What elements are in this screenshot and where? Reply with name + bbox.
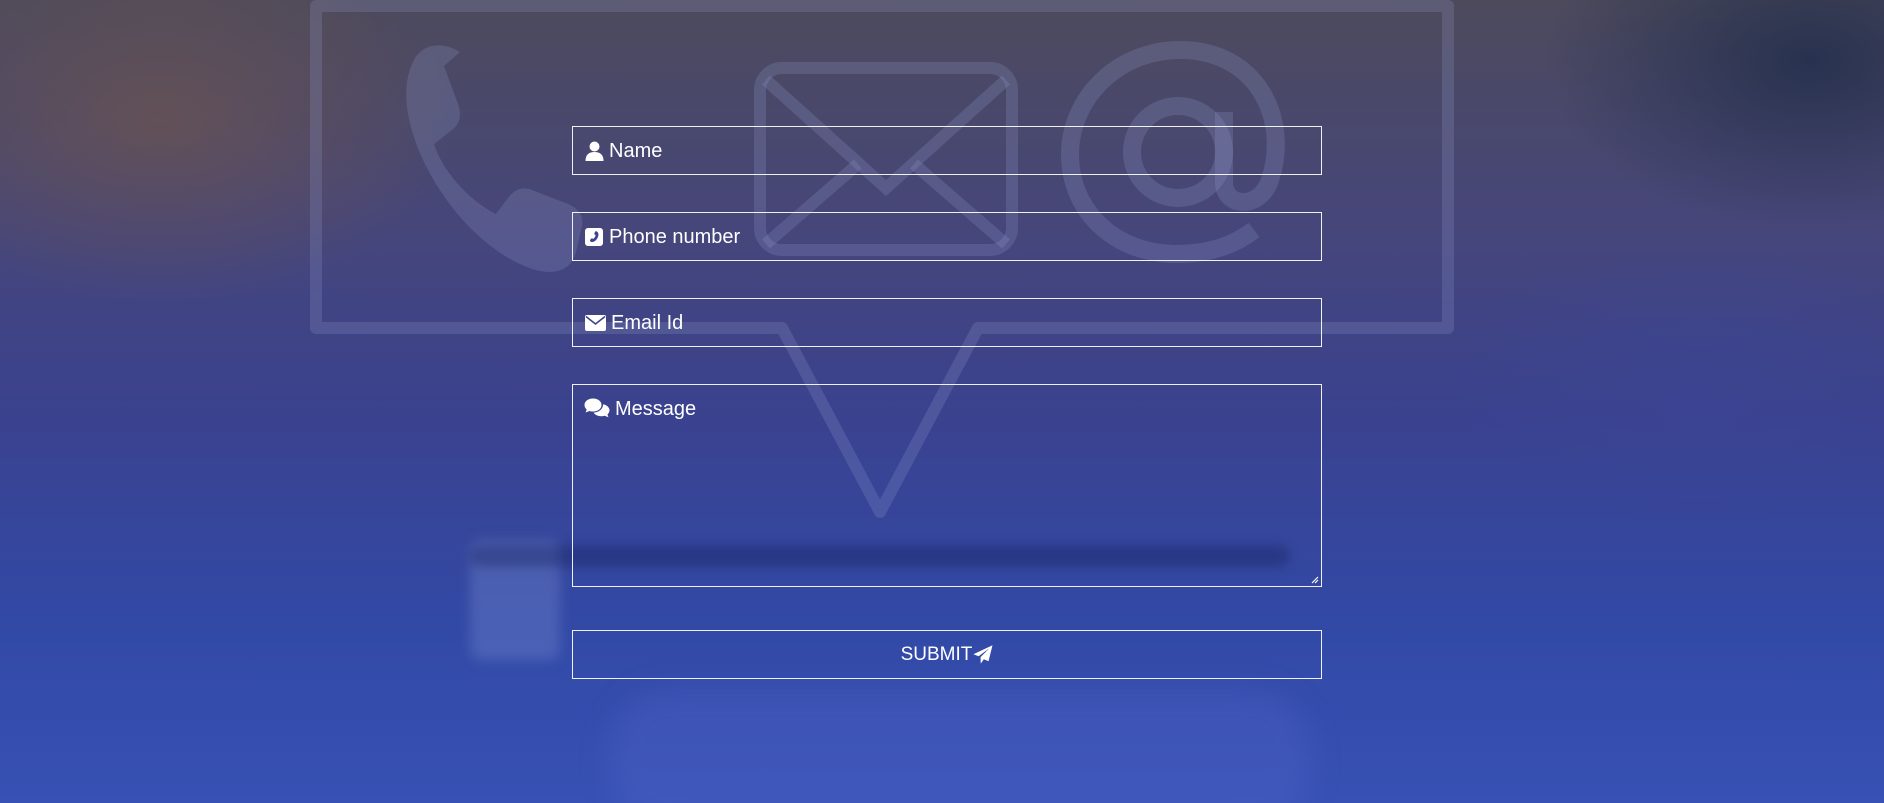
- name-placeholder: Name: [609, 139, 663, 162]
- message-textarea[interactable]: Message: [572, 384, 1322, 587]
- user-icon: [584, 141, 604, 161]
- comments-icon: [584, 398, 610, 418]
- contact-form: Name Phone number Email Id Message SUBMI…: [572, 126, 1322, 679]
- phone-icon: [406, 45, 583, 272]
- background-blur-object: [610, 690, 1310, 803]
- background-blur-object: [470, 540, 560, 660]
- resize-handle[interactable]: [1309, 574, 1319, 584]
- submit-button[interactable]: SUBMIT: [572, 630, 1322, 679]
- envelope-icon: [584, 313, 606, 333]
- phone-number-placeholder: Phone number: [609, 225, 741, 248]
- phone-number-field[interactable]: Phone number: [572, 212, 1322, 261]
- email-field[interactable]: Email Id: [572, 298, 1322, 347]
- phone-square-icon: [584, 227, 604, 247]
- name-field[interactable]: Name: [572, 126, 1322, 175]
- message-placeholder: Message: [615, 398, 697, 420]
- paper-plane-icon: [973, 645, 993, 664]
- email-placeholder: Email Id: [611, 311, 684, 334]
- contact-page: Name Phone number Email Id Message SUBMI…: [0, 0, 1884, 803]
- submit-label: SUBMIT: [900, 643, 973, 665]
